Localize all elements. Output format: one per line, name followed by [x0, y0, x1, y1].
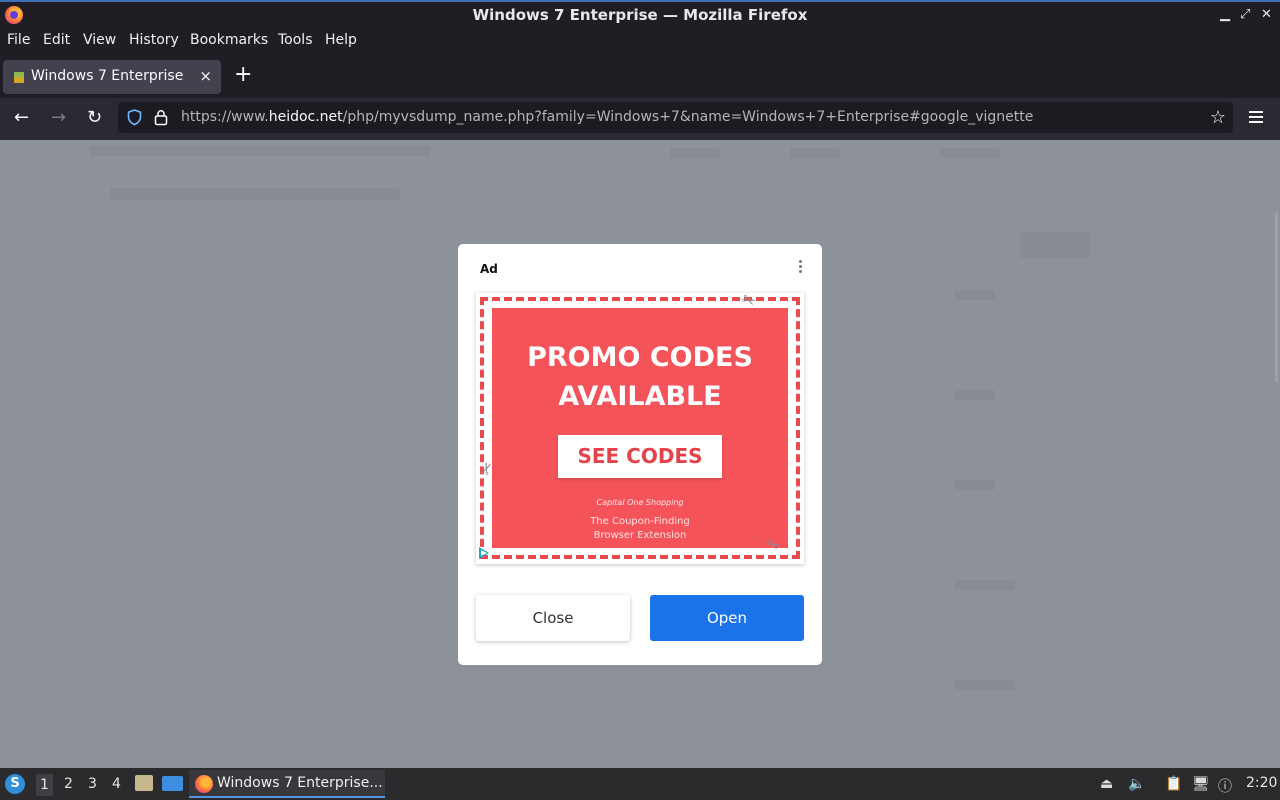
- bookmark-star-icon[interactable]: ☆: [1210, 107, 1226, 128]
- back-arrow-icon[interactable]: ←: [14, 107, 29, 129]
- start-menu-icon[interactable]: S: [5, 774, 25, 794]
- site-favicon-icon: [14, 72, 24, 83]
- menu-file[interactable]: File: [7, 32, 30, 48]
- ad-options-icon[interactable]: [799, 260, 803, 275]
- url-bar[interactable]: https://www.heidoc.net/php/myvsdump_name…: [118, 102, 1233, 133]
- workspace-3[interactable]: 3: [88, 776, 97, 792]
- ad-label: Ad: [480, 262, 498, 276]
- clipboard-icon[interactable]: 📋: [1165, 776, 1182, 792]
- window-title: Windows 7 Enterprise — Mozilla Firefox: [472, 6, 808, 24]
- file-manager-icon[interactable]: [135, 775, 153, 791]
- navigation-toolbar: ← → ↻ https://www.heidoc.net/php/myvsdum…: [0, 98, 1280, 140]
- menu-help[interactable]: Help: [325, 32, 357, 48]
- taskbar-firefox-task[interactable]: Windows 7 Enterprise...: [189, 770, 385, 798]
- open-ad-button[interactable]: Open: [650, 595, 804, 641]
- show-desktop-icon[interactable]: [162, 776, 183, 791]
- task-title: Windows 7 Enterprise...: [217, 775, 383, 791]
- volume-icon[interactable]: 🔈: [1128, 776, 1145, 792]
- maximize-icon[interactable]: ⤢: [1240, 7, 1250, 22]
- workspace-1[interactable]: 1: [36, 774, 53, 796]
- tab-title: Windows 7 Enterprise: [31, 68, 184, 84]
- menu-history[interactable]: History: [129, 32, 179, 48]
- workspace-4[interactable]: 4: [112, 776, 121, 792]
- adchoices-icon[interactable]: [479, 547, 489, 559]
- taskbar: S 1 2 3 4 Windows 7 Enterprise... ⏏ 🔈 📋 …: [0, 768, 1280, 800]
- close-window-icon[interactable]: ✕: [1261, 7, 1272, 22]
- ad-brand-logo: Capital One Shopping: [596, 498, 684, 507]
- tracking-protection-shield-icon[interactable]: [127, 109, 142, 126]
- lock-icon[interactable]: [154, 109, 168, 126]
- url-text[interactable]: https://www.heidoc.net/php/myvsdump_name…: [181, 109, 1033, 125]
- ad-dialog: Ad PROMO CODES AVAILABLE SEE CODES Capit…: [458, 244, 822, 665]
- new-tab-button[interactable]: +: [234, 64, 252, 86]
- notification-icon[interactable]: ⓘ: [1218, 776, 1232, 796]
- clock: 2:20: [1246, 775, 1278, 791]
- eject-icon[interactable]: ⏏: [1100, 776, 1113, 792]
- page-content: Ad PROMO CODES AVAILABLE SEE CODES Capit…: [0, 140, 1280, 768]
- coupon-panel[interactable]: PROMO CODES AVAILABLE SEE CODES Capital …: [492, 308, 788, 548]
- tab-close-icon[interactable]: ×: [199, 67, 212, 85]
- minimize-icon[interactable]: ▁: [1220, 7, 1230, 22]
- firefox-icon: [195, 775, 213, 793]
- see-codes-button[interactable]: SEE CODES: [558, 435, 722, 478]
- app-menu-icon[interactable]: [1249, 111, 1263, 126]
- ad-creative[interactable]: PROMO CODES AVAILABLE SEE CODES Capital …: [475, 289, 804, 564]
- reload-icon[interactable]: ↻: [87, 107, 102, 129]
- tab-strip: Windows 7 Enterprise × +: [0, 54, 1280, 98]
- menu-bar: File Edit View History Bookmarks Tools H…: [0, 28, 1280, 54]
- close-ad-button[interactable]: Close: [476, 595, 630, 641]
- tab-windows-7-enterprise[interactable]: Windows 7 Enterprise ×: [3, 60, 221, 94]
- network-icon[interactable]: 🖥: [1192, 776, 1210, 792]
- ad-tagline: The Coupon-Finding Browser Extension: [590, 516, 690, 541]
- menu-tools[interactable]: Tools: [278, 32, 313, 48]
- menu-edit[interactable]: Edit: [43, 32, 70, 48]
- workspace-2[interactable]: 2: [64, 776, 73, 792]
- menu-view[interactable]: View: [83, 32, 116, 48]
- window-titlebar: Windows 7 Enterprise — Mozilla Firefox ▁…: [0, 0, 1280, 28]
- menu-bookmarks[interactable]: Bookmarks: [190, 32, 268, 48]
- page-scrollbar[interactable]: [1275, 212, 1278, 382]
- forward-arrow-icon[interactable]: →: [51, 107, 66, 129]
- ad-headline: PROMO CODES AVAILABLE: [527, 342, 753, 412]
